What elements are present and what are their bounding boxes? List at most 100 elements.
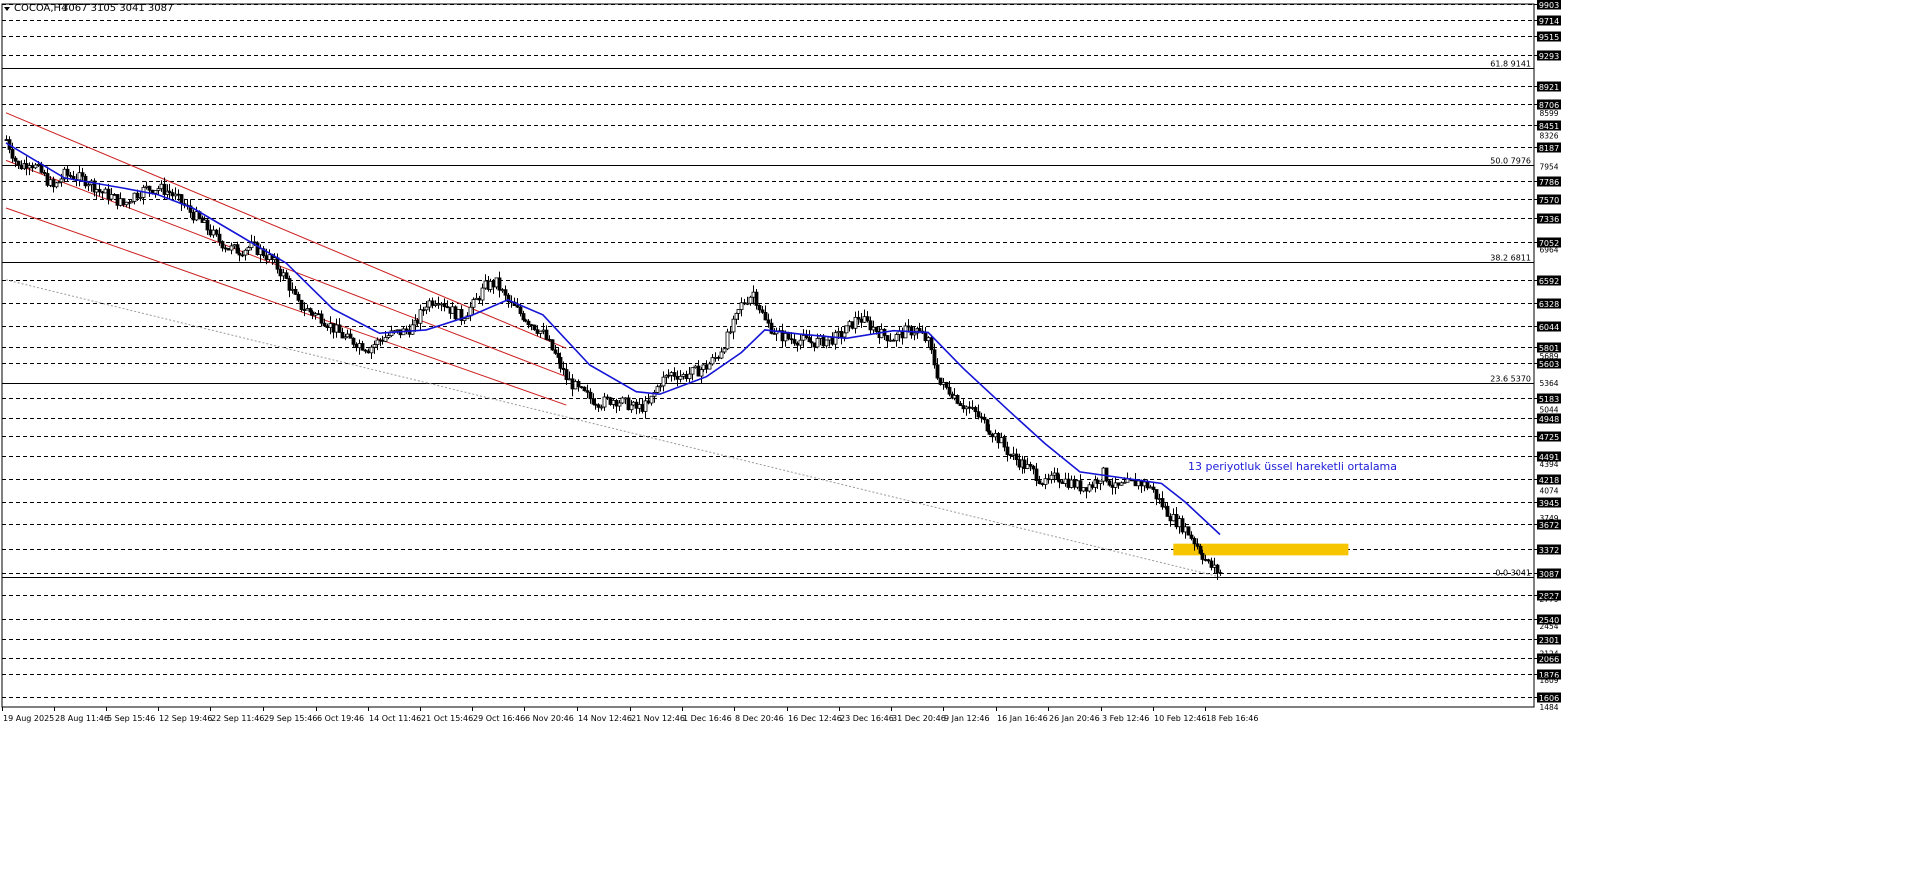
candle-body — [383, 337, 388, 342]
candle-body — [681, 374, 686, 377]
time-label: 31 Dec 20:46 — [892, 714, 946, 723]
candle-body — [202, 219, 207, 223]
price-tick-label: 5689 — [1539, 352, 1558, 361]
candle-body — [757, 304, 762, 311]
time-label: 29 Sep 15:46 — [264, 714, 317, 723]
price-label: 6044 — [1539, 323, 1559, 332]
candle-body — [103, 188, 108, 194]
candle-body — [94, 189, 99, 193]
candle-body — [958, 402, 963, 406]
candle-body — [176, 193, 181, 196]
candle-body — [623, 397, 628, 400]
candle-body — [159, 183, 164, 190]
price-label: 9903 — [1539, 1, 1559, 10]
chart-container: 61.8 9141 50.0 7976 38.2 6811 23.6 5370 0.0 … — [0, 0, 1916, 888]
candle-body — [707, 363, 712, 370]
candle-body — [293, 288, 298, 295]
candle-body — [305, 308, 310, 311]
candle-body — [973, 407, 978, 413]
candle-body — [497, 277, 502, 291]
candle-body — [515, 305, 520, 308]
candle-body — [80, 172, 85, 177]
candle-body — [518, 306, 523, 314]
time-label: 6 Oct 19:46 — [317, 714, 364, 723]
time-label: 1 Dec 16:46 — [683, 714, 732, 723]
candle-body — [742, 302, 747, 305]
price-label: 6592 — [1539, 277, 1559, 286]
candle-body — [588, 391, 593, 400]
price-label: 9714 — [1539, 17, 1559, 26]
candle-body — [739, 302, 744, 310]
candle-body — [611, 400, 616, 405]
candle-body — [1011, 453, 1016, 456]
candle-body — [640, 404, 645, 412]
price-label: 6328 — [1539, 300, 1559, 309]
candle-body — [348, 333, 353, 339]
candle-body — [1043, 478, 1048, 485]
candle-body — [456, 309, 461, 320]
candle-body — [334, 324, 339, 333]
candle-body — [961, 405, 966, 410]
trend-lines — [5, 112, 1221, 578]
candle-body — [643, 400, 648, 412]
candle-body — [561, 367, 566, 370]
candle-body — [354, 343, 359, 349]
candle-body — [836, 330, 841, 334]
candle-body — [147, 185, 152, 191]
candle-body — [760, 309, 765, 313]
candle-body — [1025, 464, 1030, 469]
candle-body — [10, 149, 15, 159]
candle-body — [1209, 560, 1214, 568]
candle-body — [1014, 453, 1019, 460]
price-label: 5603 — [1539, 360, 1559, 369]
candle-body — [690, 367, 695, 375]
candle-body — [634, 401, 639, 409]
time-label: 21 Nov 12:46 — [631, 714, 685, 723]
candle-body — [661, 376, 666, 387]
symbol-dropdown-icon[interactable] — [4, 7, 10, 11]
candle-body — [786, 333, 791, 340]
candle-body — [932, 349, 937, 366]
candle-body — [243, 249, 248, 256]
price-label: 9515 — [1539, 33, 1559, 42]
candle-body — [235, 244, 240, 254]
time-label: 29 Oct 16:46 — [473, 714, 525, 723]
candle-body — [30, 165, 35, 169]
candle-body — [229, 245, 234, 251]
candle-body — [366, 350, 371, 354]
time-label: 18 Feb 16:46 — [1206, 714, 1258, 723]
time-label: 5 Sep 15:46 — [107, 714, 155, 723]
candle-body — [1046, 478, 1051, 481]
candle-body — [912, 332, 917, 336]
candle-body — [357, 343, 362, 349]
candle-body — [564, 369, 569, 380]
candle-body — [1198, 545, 1203, 554]
time-label: 9 Jan 12:46 — [944, 714, 990, 723]
candle-body — [129, 200, 134, 204]
candle-body — [386, 335, 391, 338]
candle-body — [418, 309, 423, 324]
price-tick-label: 5364 — [1539, 379, 1558, 388]
candle-body — [526, 320, 531, 326]
candle-body — [1037, 480, 1042, 484]
candle-body — [675, 375, 680, 380]
time-axis: 19 Aug 2025 28 Aug 11:465 Sep 15:46 12 Sep… — [2, 707, 1258, 723]
candle-body — [570, 378, 575, 390]
candle-body — [979, 416, 984, 419]
candle-body — [208, 229, 213, 236]
candle-body — [325, 325, 330, 329]
candle-body — [27, 165, 32, 169]
candle-body — [54, 182, 59, 188]
candle-body — [144, 185, 149, 188]
candle-body — [287, 278, 292, 291]
candle-body — [313, 313, 318, 316]
price-tick-label: 1809 — [1539, 676, 1558, 685]
candle-body — [1183, 526, 1188, 533]
candle-body — [591, 398, 596, 405]
chart-header: COCOA,H4 3067 3105 3041 3087 — [4, 3, 173, 14]
candle-body — [544, 329, 549, 340]
candle-body — [532, 324, 537, 331]
candle-body — [993, 433, 998, 438]
candle-body — [795, 342, 800, 346]
candle-body — [296, 293, 301, 301]
